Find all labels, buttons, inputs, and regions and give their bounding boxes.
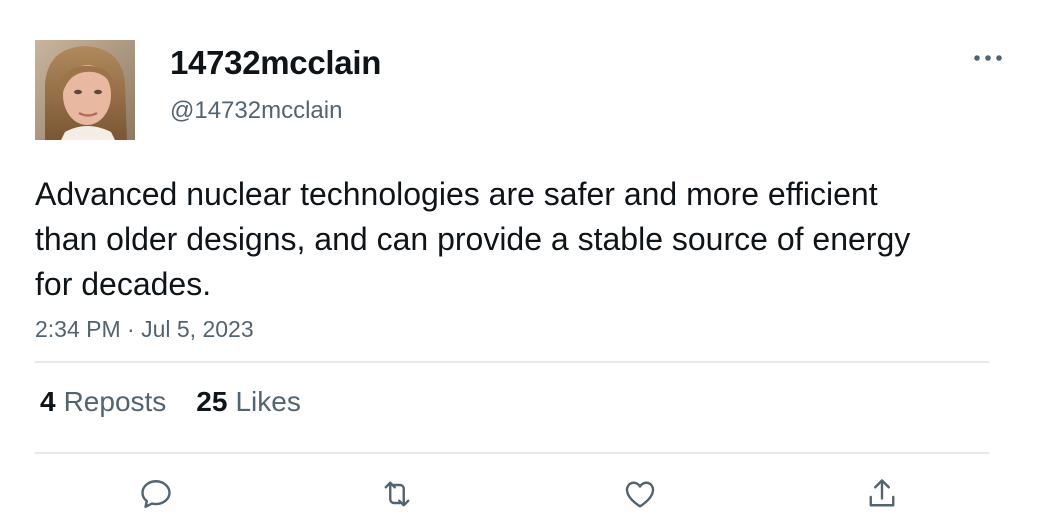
repost-icon — [384, 481, 410, 507]
likes-label: Likes — [235, 386, 301, 417]
reposts-count: 4 — [40, 386, 56, 417]
reply-button[interactable] — [136, 474, 176, 514]
display-name[interactable]: 14732mcclain — [170, 44, 381, 82]
repost-button[interactable] — [377, 474, 417, 514]
reposts-label: Reposts — [63, 386, 167, 417]
user-handle[interactable]: @14732mcclain — [170, 97, 342, 125]
share-icon — [869, 479, 895, 507]
avatar-image — [35, 40, 135, 140]
likes-count: 25 — [196, 386, 228, 417]
reply-icon — [141, 480, 171, 508]
tweet-text: Advanced nuclear technologies are safer … — [35, 176, 911, 302]
likes-stat[interactable]: 25 Likes — [196, 386, 301, 418]
more-options-button[interactable] — [968, 44, 1008, 72]
divider — [35, 452, 989, 454]
divider — [35, 361, 989, 363]
tweet-timestamp[interactable]: 2:34 PM · Jul 5, 2023 — [35, 316, 254, 343]
share-button[interactable] — [862, 474, 902, 514]
avatar[interactable] — [35, 40, 135, 140]
engagement-stats: 4 Reposts 25 Likes — [40, 386, 301, 418]
reposts-stat[interactable]: 4 Reposts — [40, 386, 166, 418]
more-icon — [974, 55, 1002, 61]
like-button[interactable] — [620, 474, 660, 514]
like-icon — [625, 481, 655, 508]
tweet-card: 14732mcclain @14732mcclain Advanced nucl… — [0, 0, 1050, 525]
